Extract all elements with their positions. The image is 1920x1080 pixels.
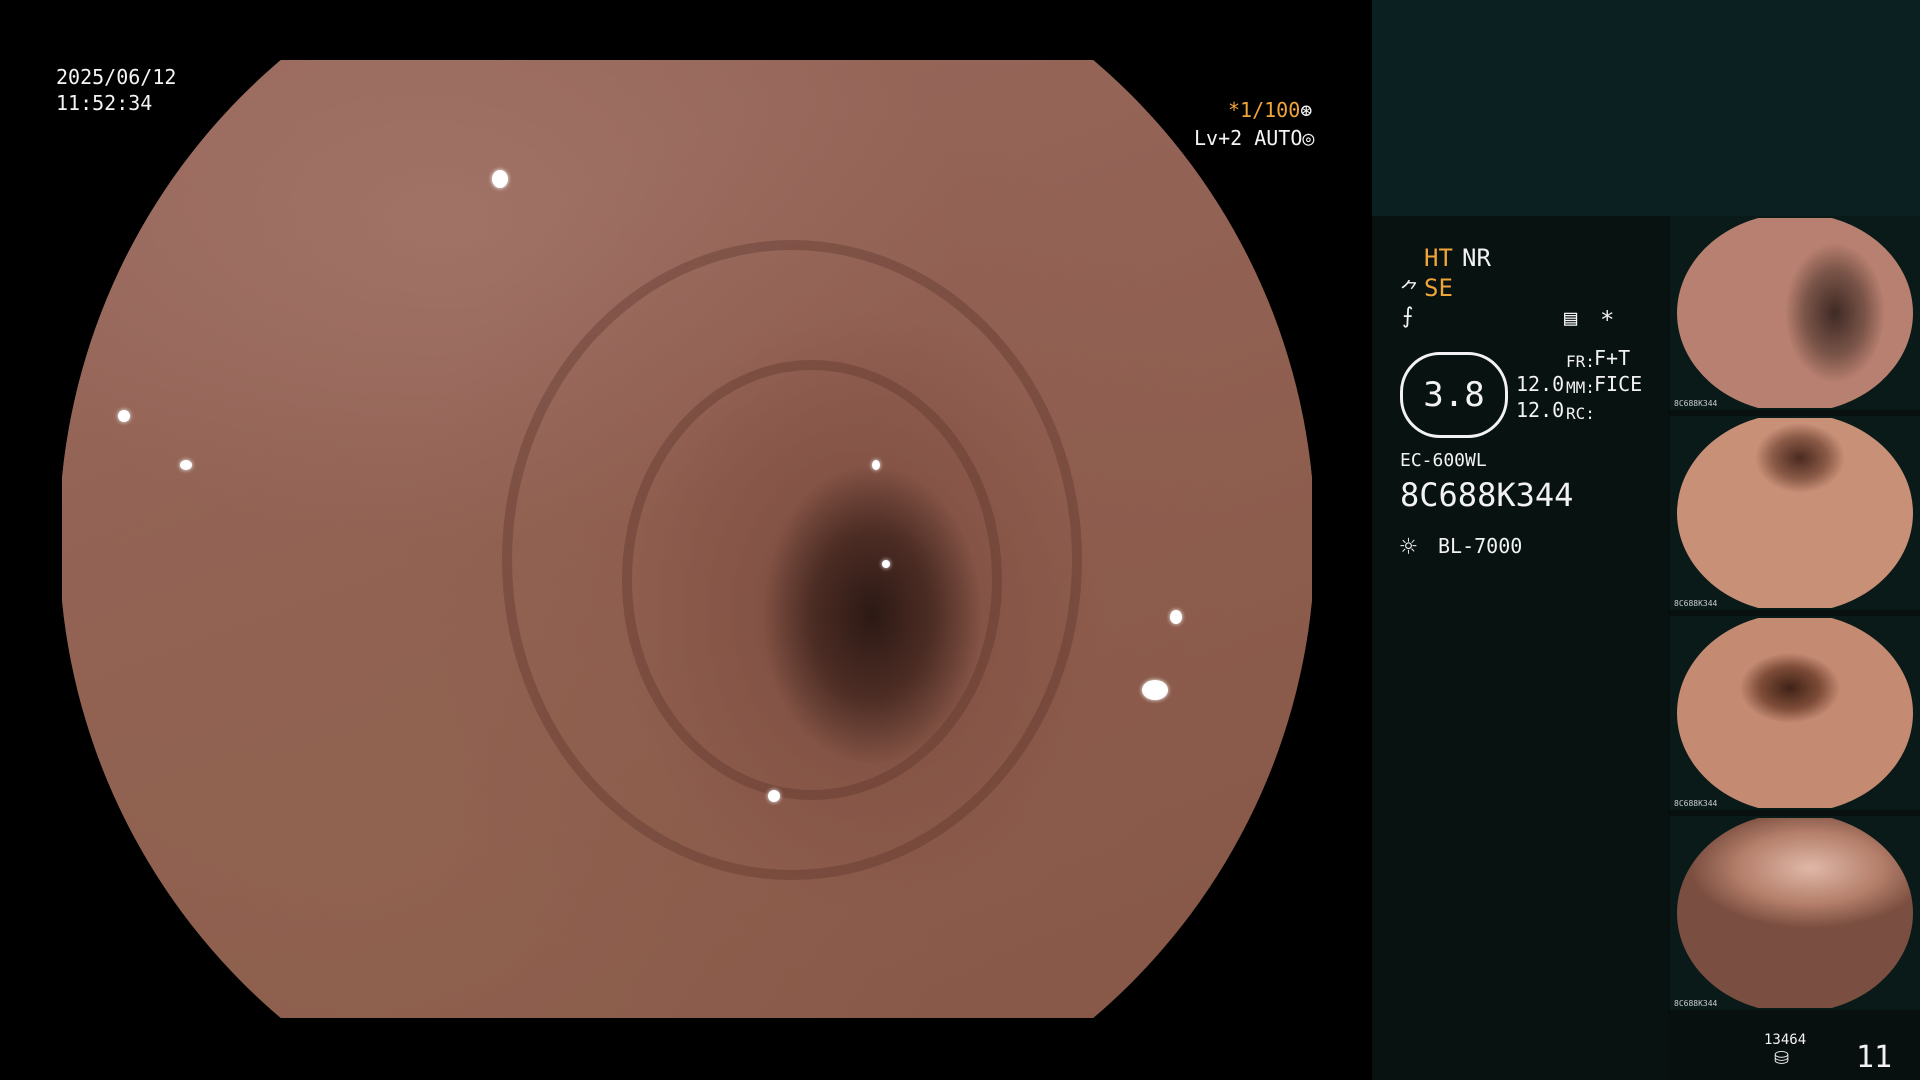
shutter-text: *1/100 [1228, 98, 1301, 122]
light-reflection [180, 460, 192, 470]
thumbnail-caption: 8C688K344 [1674, 599, 1718, 608]
date-text: 2025/06/12 [56, 65, 177, 89]
thumbnail[interactable]: 8C688K344 [1670, 616, 1920, 810]
thumbnail-caption: 8C688K344 [1674, 799, 1718, 808]
thumbnail-image [1677, 618, 1913, 808]
light-source-icon: ☼ [1400, 530, 1417, 563]
thumbnail-strip: 8C688K344 8C688K344 8C688K344 8C688K344 [1670, 216, 1920, 1016]
thumbnail[interactable]: 8C688K344 [1670, 416, 1920, 610]
val1: 12.0 [1516, 372, 1565, 396]
mm-label: MM: [1566, 378, 1595, 397]
rc-label: RC: [1566, 404, 1595, 423]
frame-counter: 13464 ⛁ [1764, 1032, 1806, 1069]
ht-label: HT [1424, 244, 1453, 272]
star-icon: * [1600, 306, 1615, 334]
thumbnail-caption: 8C688K344 [1674, 399, 1718, 408]
endoscope-main-view: 2025/06/12 11:52:34 *1/100⊛ Lv+2 AUTO◎ [0, 0, 1372, 1080]
shutter-speed: *1/100⊛ [1228, 98, 1312, 122]
shutter-icon: ⊛ [1300, 98, 1313, 122]
light-reflection [1142, 680, 1168, 700]
enhance-icon: ⨍ [1402, 304, 1414, 329]
light-reflection [872, 460, 880, 470]
mucosal-fold [622, 360, 1002, 800]
scope-model: EC-600WL [1400, 450, 1487, 471]
level-text: Lv+2 AUTO [1194, 126, 1303, 150]
val2: 12.0 [1516, 398, 1565, 422]
thumbnail-image [1677, 418, 1913, 608]
zoom-badge: 3.8 [1400, 352, 1508, 438]
light-reflection [118, 410, 130, 422]
zoom-value: 3.8 [1423, 375, 1485, 415]
light-reflection [492, 170, 508, 188]
timestamp: 2025/06/12 11:52:34 [56, 64, 176, 116]
scope-serial: 8C688K344 [1400, 476, 1574, 514]
se-icon: ⺈ [1400, 278, 1420, 302]
thumbnail[interactable]: 8C688K344 [1670, 816, 1920, 1010]
endoscope-image [62, 60, 1312, 1018]
thumbnail-caption: 8C688K344 [1674, 999, 1718, 1008]
light-reflection [768, 790, 780, 802]
thumbnail-image [1677, 818, 1913, 1008]
menu-icon: ▤ [1564, 306, 1578, 331]
light-source: BL-7000 [1438, 534, 1523, 558]
thumbnail[interactable]: 8C688K344 [1670, 216, 1920, 410]
fr-value: F+T [1594, 346, 1631, 370]
image-count: 11 [1856, 1040, 1893, 1075]
exposure-level: Lv+2 AUTO◎ [1194, 126, 1314, 150]
time-text: 11:52:34 [56, 91, 153, 115]
thumbnail-image [1677, 218, 1913, 408]
fr-label: FR: [1566, 352, 1595, 371]
disk-icon: ⛁ [1774, 1048, 1790, 1069]
side-panel-header [1372, 0, 1920, 216]
level-icon: ◎ [1302, 126, 1315, 150]
mm-value: FICE [1594, 372, 1643, 396]
light-reflection [882, 560, 890, 568]
counter-value: 13464 [1764, 1032, 1807, 1048]
nr-label: NR [1462, 244, 1491, 272]
se-label: SE [1424, 274, 1453, 302]
light-reflection [1170, 610, 1182, 624]
